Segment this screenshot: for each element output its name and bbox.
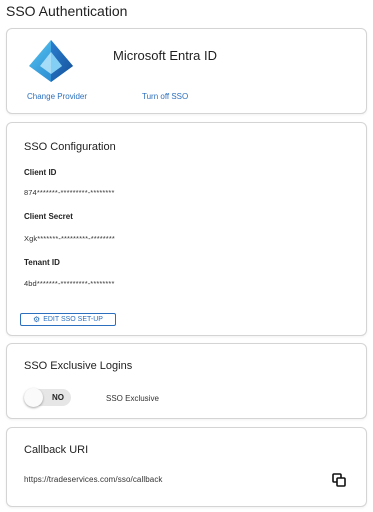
callback-uri-value: https://tradeservices.com/sso/callback (24, 475, 163, 484)
edit-sso-setup-button[interactable]: ⚙ EDIT SSO SET-UP (20, 313, 116, 326)
client-secret-label: Client Secret (24, 212, 73, 221)
callback-uri-card: Callback URI https://tradeservices.com/s… (6, 427, 367, 507)
provider-card: Microsoft Entra ID Change Provider Turn … (6, 28, 367, 114)
sso-configuration-title: SSO Configuration (24, 141, 116, 153)
callback-uri-title: Callback URI (24, 444, 89, 456)
sso-configuration-card: SSO Configuration Client ID 874*******-*… (6, 122, 367, 336)
tenant-id-label: Tenant ID (24, 258, 60, 267)
toggle-state: NO (52, 393, 64, 402)
sso-exclusive-toggle[interactable]: NO (24, 388, 71, 407)
client-id-label: Client ID (24, 168, 57, 177)
sso-exclusive-label: SSO Exclusive (106, 394, 159, 403)
tenant-id-value: 4bd*******-*********-******** (24, 279, 115, 288)
client-id-value: 874*******-*********-******** (24, 188, 115, 197)
provider-name: Microsoft Entra ID (113, 48, 218, 63)
microsoft-entra-logo-icon (29, 40, 73, 82)
copy-icon[interactable] (332, 473, 346, 487)
change-provider-link[interactable]: Change Provider (27, 92, 87, 101)
sso-exclusive-title: SSO Exclusive Logins (24, 360, 133, 372)
gear-icon: ⚙ (33, 314, 41, 324)
edit-sso-setup-label: EDIT SSO SET-UP (43, 316, 103, 323)
page-title: SSO Authentication (6, 3, 128, 19)
client-secret-value: Xgk*******-*********-******** (24, 234, 115, 243)
turn-off-sso-link[interactable]: Turn off SSO (142, 92, 188, 101)
sso-exclusive-card: SSO Exclusive Logins NO SSO Exclusive (6, 343, 367, 419)
toggle-knob (24, 388, 43, 407)
